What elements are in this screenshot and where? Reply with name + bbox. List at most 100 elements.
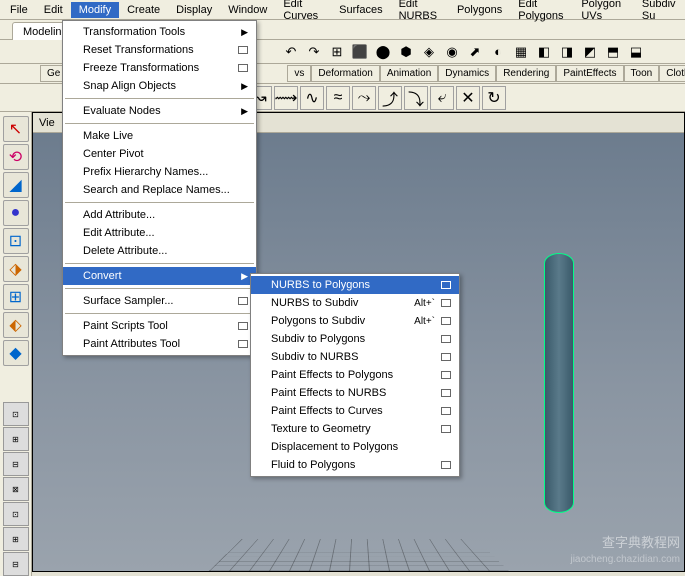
curve-tool-icon[interactable]: ↻: [482, 86, 506, 110]
option-box-icon[interactable]: [441, 353, 451, 361]
menu-display[interactable]: Display: [168, 2, 220, 18]
layout-button[interactable]: ⊞: [3, 527, 29, 551]
submenu-item-nurbs-to-subdiv[interactable]: NURBS to SubdivAlt+`: [251, 294, 459, 312]
option-box-icon[interactable]: [238, 340, 248, 348]
curve-tool-icon[interactable]: ⤳: [352, 86, 376, 110]
option-box-icon[interactable]: [441, 389, 451, 397]
submenu-item-nurbs-to-polygons[interactable]: NURBS to Polygons: [251, 276, 459, 294]
menu-item-prefix-hierarchy-names-[interactable]: Prefix Hierarchy Names...: [63, 163, 256, 181]
option-box-icon[interactable]: [238, 322, 248, 330]
toolbar-icon[interactable]: ⬤: [372, 42, 394, 62]
option-box-icon[interactable]: [238, 297, 248, 305]
submenu-item-paint-effects-to-polygons[interactable]: Paint Effects to Polygons: [251, 366, 459, 384]
option-box-icon[interactable]: [441, 461, 451, 469]
toolbar-icon[interactable]: ⊞: [326, 42, 348, 62]
toolbar-icon[interactable]: ⬛: [349, 42, 371, 62]
menu-item-evaluate-nodes[interactable]: Evaluate Nodes▶: [63, 102, 256, 120]
layout-button[interactable]: ⊟: [3, 452, 29, 476]
menu-edit-polygons[interactable]: Edit Polygons: [510, 0, 573, 24]
nurbs-cylinder[interactable]: [544, 253, 574, 513]
curve-tool-icon[interactable]: ⟿: [274, 86, 298, 110]
curve-tool-icon[interactable]: ⤴: [378, 86, 402, 110]
submenu-item-paint-effects-to-curves[interactable]: Paint Effects to Curves: [251, 402, 459, 420]
option-box-icon[interactable]: [441, 335, 451, 343]
toolbar-icon[interactable]: ⬈: [464, 42, 486, 62]
shelf-tab-vs[interactable]: vs: [287, 65, 311, 82]
layout-button[interactable]: ⊟: [3, 552, 29, 576]
menu-polygons[interactable]: Polygons: [449, 2, 510, 18]
menu-item-reset-transformations[interactable]: Reset Transformations: [63, 41, 256, 59]
toolbar-icon[interactable]: ◐: [487, 42, 509, 62]
tool-button[interactable]: ●: [3, 200, 29, 226]
toolbar-icon[interactable]: ⬓: [625, 42, 647, 62]
tool-button[interactable]: ⟲: [3, 144, 29, 170]
option-box-icon[interactable]: [441, 371, 451, 379]
menu-create[interactable]: Create: [119, 2, 168, 18]
tool-button[interactable]: ◆: [3, 340, 29, 366]
toolbar-icon[interactable]: ◉: [441, 42, 463, 62]
menu-surfaces[interactable]: Surfaces: [331, 2, 390, 18]
curve-tool-icon[interactable]: ≈: [326, 86, 350, 110]
toolbar-icon[interactable]: ◈: [418, 42, 440, 62]
curve-tool-icon[interactable]: ⤵: [404, 86, 428, 110]
curve-tool-icon[interactable]: ✕: [456, 86, 480, 110]
menu-subdiv-su[interactable]: Subdiv Su: [634, 0, 685, 24]
menu-item-delete-attribute-[interactable]: Delete Attribute...: [63, 242, 256, 260]
toolbar-icon[interactable]: ◧: [533, 42, 555, 62]
toolbar-icon[interactable]: ↶: [280, 42, 302, 62]
menu-polygon-uvs[interactable]: Polygon UVs: [573, 0, 634, 24]
menu-item-edit-attribute-[interactable]: Edit Attribute...: [63, 224, 256, 242]
menu-edit-nurbs[interactable]: Edit NURBS: [391, 0, 449, 24]
layout-button[interactable]: ⊡: [3, 402, 29, 426]
menu-item-center-pivot[interactable]: Center Pivot: [63, 145, 256, 163]
toolbar-icon[interactable]: ◩: [579, 42, 601, 62]
shelf-tab-animation[interactable]: Animation: [380, 65, 438, 82]
layout-button[interactable]: ⊡: [3, 502, 29, 526]
menu-file[interactable]: File: [2, 2, 36, 18]
option-box-icon[interactable]: [238, 46, 248, 54]
option-box-icon[interactable]: [441, 407, 451, 415]
option-box-icon[interactable]: [441, 317, 451, 325]
shelf-tab-deformation[interactable]: Deformation: [311, 65, 379, 82]
menu-item-convert[interactable]: Convert▶: [63, 267, 256, 285]
tool-button[interactable]: ◢: [3, 172, 29, 198]
submenu-item-polygons-to-subdiv[interactable]: Polygons to SubdivAlt+`: [251, 312, 459, 330]
shelf-tab-rendering[interactable]: Rendering: [496, 65, 556, 82]
menu-item-search-and-replace-names-[interactable]: Search and Replace Names...: [63, 181, 256, 199]
menu-window[interactable]: Window: [220, 2, 275, 18]
shelf-tab-toon[interactable]: Toon: [624, 65, 660, 82]
submenu-item-subdiv-to-polygons[interactable]: Subdiv to Polygons: [251, 330, 459, 348]
option-box-icon[interactable]: [441, 281, 451, 289]
menu-item-paint-scripts-tool[interactable]: Paint Scripts Tool: [63, 317, 256, 335]
tool-button[interactable]: ⊡: [3, 228, 29, 254]
submenu-item-subdiv-to-nurbs[interactable]: Subdiv to NURBS: [251, 348, 459, 366]
shelf-tab-cloth[interactable]: Cloth: [659, 65, 685, 82]
submenu-item-displacement-to-polygons[interactable]: Displacement to Polygons: [251, 438, 459, 456]
toolbar-icon[interactable]: ⬢: [395, 42, 417, 62]
menu-edit-curves[interactable]: Edit Curves: [275, 0, 331, 24]
option-box-icon[interactable]: [441, 425, 451, 433]
toolbar-icon[interactable]: ↷: [303, 42, 325, 62]
menu-modify[interactable]: Modify: [71, 2, 119, 18]
tool-button[interactable]: ⊞: [3, 284, 29, 310]
layout-button[interactable]: ⊞: [3, 427, 29, 451]
menu-item-add-attribute-[interactable]: Add Attribute...: [63, 206, 256, 224]
shelf-tab-dynamics[interactable]: Dynamics: [438, 65, 496, 82]
tool-button[interactable]: ⬖: [3, 312, 29, 338]
toolbar-icon[interactable]: ⬒: [602, 42, 624, 62]
tool-button[interactable]: ↖: [3, 116, 29, 142]
tool-button[interactable]: ⬗: [3, 256, 29, 282]
toolbar-icon[interactable]: ▦: [510, 42, 532, 62]
menu-edit[interactable]: Edit: [36, 2, 71, 18]
menu-item-make-live[interactable]: Make Live: [63, 127, 256, 145]
toolbar-icon[interactable]: ◨: [556, 42, 578, 62]
menu-item-freeze-transformations[interactable]: Freeze Transformations: [63, 59, 256, 77]
menu-item-surface-sampler-[interactable]: Surface Sampler...: [63, 292, 256, 310]
option-box-icon[interactable]: [238, 64, 248, 72]
menu-item-snap-align-objects[interactable]: Snap Align Objects▶: [63, 77, 256, 95]
submenu-item-fluid-to-polygons[interactable]: Fluid to Polygons: [251, 456, 459, 474]
curve-tool-icon[interactable]: ⤶: [430, 86, 454, 110]
menu-item-transformation-tools[interactable]: Transformation Tools▶: [63, 23, 256, 41]
curve-tool-icon[interactable]: ∿: [300, 86, 324, 110]
menu-item-paint-attributes-tool[interactable]: Paint Attributes Tool: [63, 335, 256, 353]
